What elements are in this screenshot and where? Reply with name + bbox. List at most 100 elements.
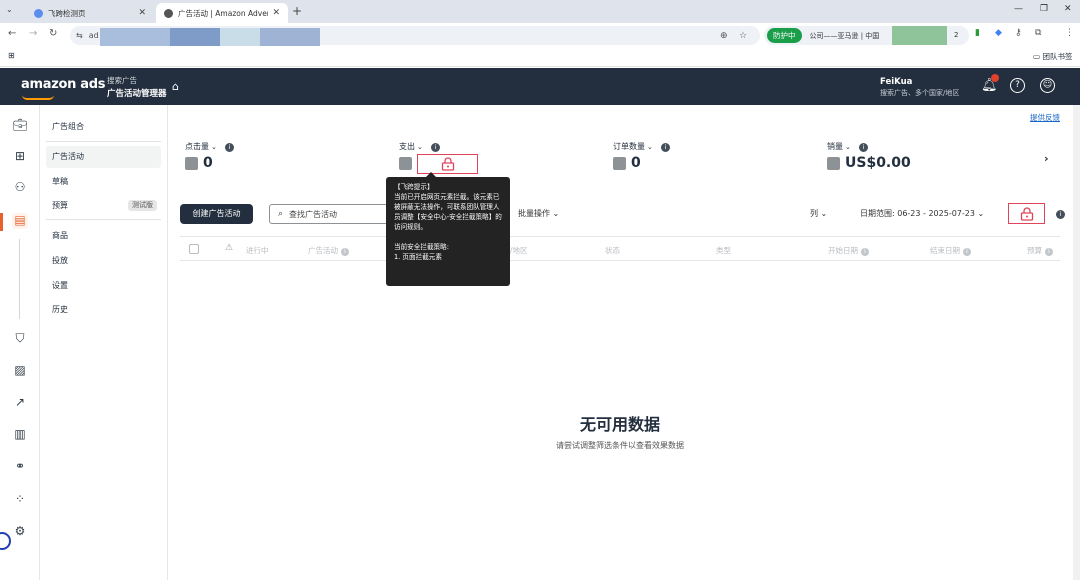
empty-state-subtitle: 请尝试调整筛选条件以查看效果数据 — [556, 441, 684, 450]
url-field[interactable]: ⇆ ad ⊕ ☆ — [70, 26, 760, 46]
bulk-actions-label: 批量操作 — [518, 209, 550, 218]
briefcase-icon[interactable]: 💼︎ — [12, 118, 28, 134]
chevron-right-icon[interactable]: › — [1044, 152, 1049, 165]
bookmarks-bar: ⊞ ▭ 团队书签 — [0, 47, 1080, 67]
account-icon[interactable]: ☺ — [1040, 78, 1055, 93]
bulk-actions-dropdown[interactable]: 批量操作 ⌄ — [518, 208, 559, 219]
restore-icon[interactable]: ❐ — [1040, 4, 1048, 14]
info-icon[interactable]: i — [963, 248, 971, 256]
minimize-icon[interactable]: — — [1014, 4, 1023, 14]
zoom-icon[interactable]: ⊕ — [720, 31, 728, 41]
forward-icon[interactable]: → — [29, 28, 37, 39]
menu-item-products[interactable]: 商品 — [46, 225, 161, 247]
info-icon[interactable]: i — [858, 143, 868, 152]
column-header-campaign[interactable]: 广告活动 i — [308, 245, 349, 256]
date-range-picker[interactable]: 日期范围: 06-23 - 2025-07-23 ⌄ — [860, 208, 984, 219]
metric-color-swatch[interactable] — [399, 157, 412, 170]
site-settings-icon[interactable]: ⇆ — [76, 31, 83, 40]
date-range-label: 日期范围: 06-23 - 2025-07-23 — [860, 209, 975, 218]
network-icon[interactable]: ⚭ — [12, 459, 28, 475]
select-all-checkbox[interactable] — [189, 244, 199, 254]
column-header-text: 结束日期 — [930, 246, 960, 255]
redacted-url-block — [220, 28, 260, 46]
puzzle-icon[interactable]: ⧉ — [1035, 28, 1041, 38]
reload-icon[interactable]: ↻ — [49, 28, 57, 39]
tab-search-icon[interactable]: ⌄ — [6, 5, 13, 14]
column-header-budget[interactable]: 预算 i — [1027, 245, 1053, 256]
chevron-down-icon: ⌄ — [977, 209, 985, 218]
browser-tab-inactive[interactable]: 飞跨检测页 ✕ — [26, 3, 154, 23]
info-icon[interactable]: i — [1045, 248, 1053, 256]
metric-color-swatch[interactable] — [185, 157, 198, 170]
bookmark-star-icon[interactable]: ☆ — [739, 31, 747, 41]
back-icon[interactable]: ← — [8, 28, 16, 39]
account-name[interactable]: FeiKua — [880, 77, 912, 87]
feedback-link[interactable]: 提供反馈 — [1030, 112, 1060, 123]
metric-sales-label[interactable]: 销量 ⌄ i — [827, 141, 868, 152]
menu-item-campaigns[interactable]: 广告活动 — [46, 146, 161, 168]
metric-clicks-label[interactable]: 点击量 ⌄ i — [185, 141, 234, 152]
menu-item-portfolios[interactable]: 广告组合 — [46, 116, 161, 138]
info-icon[interactable]: i — [1056, 210, 1065, 219]
apps-icon[interactable]: ⁘ — [12, 492, 28, 508]
signal-icon[interactable]: ▮ — [975, 28, 980, 38]
amazon-ads-logo[interactable]: amazon ads — [21, 77, 105, 92]
column-header-end-date[interactable]: 结束日期 i — [930, 245, 971, 256]
menu-item-settings[interactable]: 设置 — [46, 275, 161, 297]
column-header-active[interactable]: 进行中 — [246, 245, 269, 256]
tooltip-title: 【飞跨提示】 — [394, 183, 434, 191]
menu-item-targeting[interactable]: 投放 — [46, 250, 161, 272]
apps-grid-icon[interactable]: ⊞ — [8, 51, 15, 60]
brand-shield-icon[interactable]: ⛉ — [12, 331, 28, 347]
bookmark-folder-label: 团队书签 — [1042, 52, 1073, 61]
settings-gear-icon[interactable]: ⚙ — [12, 524, 28, 540]
left-rail: 💼︎ ⊞ ⚇ ▤ ⛉ ▨ ↗ ▥ ⚭ ⁘ ⚙ — [0, 105, 40, 580]
trend-chart-icon[interactable]: ↗ — [12, 395, 28, 411]
extension-status[interactable]: 防护中 公司——亚马逊 | 中国 2 — [764, 26, 969, 45]
column-header-status[interactable]: 状态 — [605, 245, 620, 256]
side-menu: 广告组合 广告活动 草稿 预算 测试版 商品 投放 设置 历史 — [41, 105, 168, 580]
info-icon[interactable]: i — [861, 248, 869, 256]
info-icon[interactable]: i — [224, 143, 234, 152]
create-campaign-button[interactable]: 创建广告活动 — [180, 204, 253, 224]
menu-item-budgets[interactable]: 预算 测试版 — [46, 195, 161, 217]
browser-tab-active[interactable]: 广告活动 | Amazon Advertisin ✕ — [156, 3, 288, 23]
info-icon[interactable]: i — [341, 248, 349, 256]
campaign-search-input[interactable]: ⌕ 查找广告活动 — [269, 204, 399, 224]
new-tab-button[interactable]: + — [292, 4, 302, 18]
key-icon[interactable]: ⚷ — [1015, 28, 1022, 38]
creative-image-icon[interactable]: ▨ — [12, 363, 28, 379]
bookmark-folder[interactable]: ▭ 团队书签 — [1033, 51, 1072, 62]
menu-item-drafts[interactable]: 草稿 — [46, 171, 161, 193]
info-icon[interactable]: i — [660, 143, 670, 152]
metric-orders-label[interactable]: 订单数量 ⌄ i — [613, 141, 670, 152]
column-header-type[interactable]: 类型 — [716, 245, 731, 256]
campaign-table-header: ⚠ 进行中 广告活动 i /地区 状态 类型 开始日期 i 结束日期 i 预算 i — [180, 236, 1060, 261]
close-window-icon[interactable]: ✕ — [1064, 4, 1072, 14]
close-tab-icon[interactable]: ✕ — [272, 8, 280, 18]
menu-item-history[interactable]: 历史 — [46, 299, 161, 321]
warning-icon: ⚠ — [225, 243, 234, 253]
metric-spend-label[interactable]: 支出 ⌄ i — [399, 141, 440, 152]
metric-color-swatch[interactable] — [613, 157, 626, 170]
column-header-text: 预算 — [1027, 246, 1042, 255]
lock-icon — [441, 157, 454, 171]
audiences-icon[interactable]: ⚇ — [12, 180, 28, 196]
more-menu-icon[interactable]: ⋮ — [1065, 28, 1074, 38]
info-icon[interactable]: i — [430, 143, 440, 152]
column-header-start-date[interactable]: 开始日期 i — [828, 245, 869, 256]
menu-divider — [46, 219, 161, 220]
extension-icon[interactable]: ◆ — [995, 28, 1002, 38]
dashboard-icon[interactable]: ⊞ — [12, 149, 28, 165]
bar-chart-icon[interactable]: ▥ — [12, 427, 28, 443]
metric-color-swatch[interactable] — [827, 157, 840, 170]
campaigns-icon[interactable]: ▤ — [12, 213, 28, 229]
help-icon[interactable]: ? — [1010, 78, 1025, 93]
home-icon[interactable]: ⌂ — [172, 80, 179, 93]
protect-badge[interactable]: 防护中 — [767, 28, 802, 43]
page-scrollbar[interactable] — [1073, 105, 1080, 580]
close-tab-icon[interactable]: ✕ — [138, 8, 146, 18]
columns-dropdown[interactable]: 列 ⌄ — [810, 208, 827, 219]
column-header-region[interactable]: /地区 — [510, 245, 528, 256]
chevron-down-icon: ⌄ — [845, 143, 851, 151]
